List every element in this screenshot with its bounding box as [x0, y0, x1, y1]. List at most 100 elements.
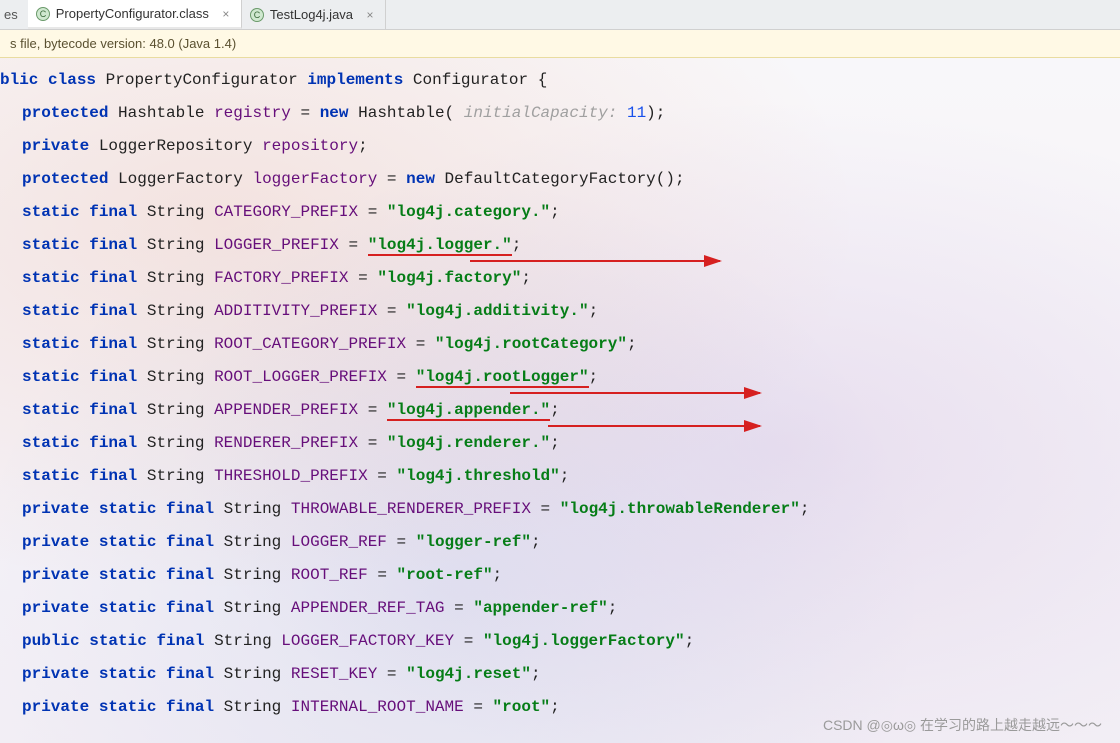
- kw-final: final: [89, 269, 137, 287]
- kw-final: final: [89, 236, 137, 254]
- type-name: String: [147, 434, 205, 452]
- assign-op: =: [368, 434, 378, 452]
- field-name: repository: [262, 137, 358, 155]
- kw-static: static: [22, 368, 80, 386]
- code-line: private static final String LOGGER_REF =…: [0, 526, 1120, 559]
- assign-op: =: [473, 698, 483, 716]
- kw-static: static: [89, 632, 147, 650]
- kw-private: private: [22, 500, 89, 518]
- ctor-call: Hashtable(: [358, 104, 454, 122]
- assign-op: =: [397, 368, 407, 386]
- field-name: ADDITIVITY_PREFIX: [214, 302, 377, 320]
- kw-final: final: [89, 203, 137, 221]
- type-name: String: [214, 632, 272, 650]
- string-literal: "root": [493, 698, 551, 716]
- type-name: LoggerRepository: [99, 137, 253, 155]
- string-literal: "log4j.factory": [377, 269, 521, 287]
- semicolon: ;: [800, 500, 810, 518]
- code-line: static final String CATEGORY_PREFIX = "l…: [0, 196, 1120, 229]
- field-name: CATEGORY_PREFIX: [214, 203, 358, 221]
- type-name: String: [224, 698, 282, 716]
- semicolon: ;: [608, 599, 618, 617]
- kw-static: static: [22, 203, 80, 221]
- string-literal: "log4j.rootCategory": [435, 335, 627, 353]
- semicolon: ;: [512, 236, 522, 254]
- field-name: LOGGER_FACTORY_KEY: [281, 632, 454, 650]
- kw-static: static: [99, 500, 157, 518]
- number-literal: 11: [627, 104, 646, 122]
- type-name: String: [147, 269, 205, 287]
- field-name: RENDERER_PREFIX: [214, 434, 358, 452]
- string-literal: "log4j.appender.": [387, 401, 550, 421]
- code-line: public static final String LOGGER_FACTOR…: [0, 625, 1120, 658]
- field-name: APPENDER_PREFIX: [214, 401, 358, 419]
- semicolon: ;: [531, 665, 541, 683]
- code-line: protected Hashtable registry = new Hasht…: [0, 97, 1120, 130]
- semicolon: ;: [675, 170, 685, 188]
- assign-op: =: [368, 203, 378, 221]
- kw-protected: protected: [22, 170, 108, 188]
- tab-0[interactable]: CPropertyConfigurator.class×: [28, 0, 242, 29]
- assign-op: =: [541, 500, 551, 518]
- semicolon: ;: [589, 368, 599, 386]
- string-literal: "log4j.category.": [387, 203, 550, 221]
- assign-op: =: [397, 533, 407, 551]
- close-icon[interactable]: ×: [219, 7, 233, 21]
- kw-final: final: [156, 632, 204, 650]
- field-name: registry: [214, 104, 291, 122]
- type-name: String: [224, 665, 282, 683]
- semicolon: ;: [358, 137, 368, 155]
- code-line: protected LoggerFactory loggerFactory = …: [0, 163, 1120, 196]
- kw-final: final: [166, 665, 214, 683]
- kw-implements: implements: [307, 71, 403, 89]
- assign-op: =: [464, 632, 474, 650]
- assign-op: =: [349, 236, 359, 254]
- kw-final: final: [89, 467, 137, 485]
- field-name: ROOT_LOGGER_PREFIX: [214, 368, 387, 386]
- tab-1[interactable]: CTestLog4j.java×: [242, 0, 386, 29]
- field-name: LOGGER_REF: [291, 533, 387, 551]
- string-literal: "log4j.throwableRenderer": [560, 500, 800, 518]
- kw-static: static: [22, 236, 80, 254]
- type-name: String: [224, 566, 282, 584]
- kw-private: private: [22, 698, 89, 716]
- string-literal: "logger-ref": [416, 533, 531, 551]
- kw-private: private: [22, 665, 89, 683]
- editor-tabs: es CPropertyConfigurator.class×CTestLog4…: [0, 0, 1120, 30]
- class-file-icon: C: [36, 7, 50, 21]
- field-name: ROOT_CATEGORY_PREFIX: [214, 335, 406, 353]
- kw-private: private: [22, 533, 89, 551]
- close-icon[interactable]: ×: [363, 8, 377, 22]
- kw-static: static: [22, 434, 80, 452]
- kw-static: static: [99, 698, 157, 716]
- string-literal: "log4j.reset": [406, 665, 531, 683]
- svg-text:C: C: [254, 10, 261, 20]
- kw-final: final: [166, 566, 214, 584]
- field-name: THRESHOLD_PREFIX: [214, 467, 368, 485]
- semicolon: ;: [685, 632, 695, 650]
- type-name: String: [147, 236, 205, 254]
- kw-final: final: [89, 302, 137, 320]
- string-literal: "root-ref": [397, 566, 493, 584]
- kw-new: new: [320, 104, 349, 122]
- field-name: loggerFactory: [252, 170, 377, 188]
- string-literal: "log4j.rootLogger": [416, 368, 589, 388]
- kw-final: final: [89, 335, 137, 353]
- field-name: FACTORY_PREFIX: [214, 269, 348, 287]
- code-line: static final String ROOT_LOGGER_PREFIX =…: [0, 361, 1120, 394]
- kw-static: static: [99, 599, 157, 617]
- semicolon: ;: [521, 269, 531, 287]
- tab-cut-left: es: [4, 7, 28, 22]
- type-name: String: [147, 335, 205, 353]
- kw-final: final: [166, 599, 214, 617]
- type-name: String: [147, 203, 205, 221]
- type-name: String: [147, 467, 205, 485]
- type-name: String: [224, 599, 282, 617]
- code-editor[interactable]: blic class PropertyConfigurator implemen…: [0, 58, 1120, 724]
- semicolon: ;: [531, 533, 541, 551]
- assign-op: =: [416, 335, 426, 353]
- kw-class: class: [48, 71, 96, 89]
- kw-static: static: [99, 566, 157, 584]
- parameter-hint: initialCapacity:: [454, 104, 627, 122]
- kw-static: static: [22, 467, 80, 485]
